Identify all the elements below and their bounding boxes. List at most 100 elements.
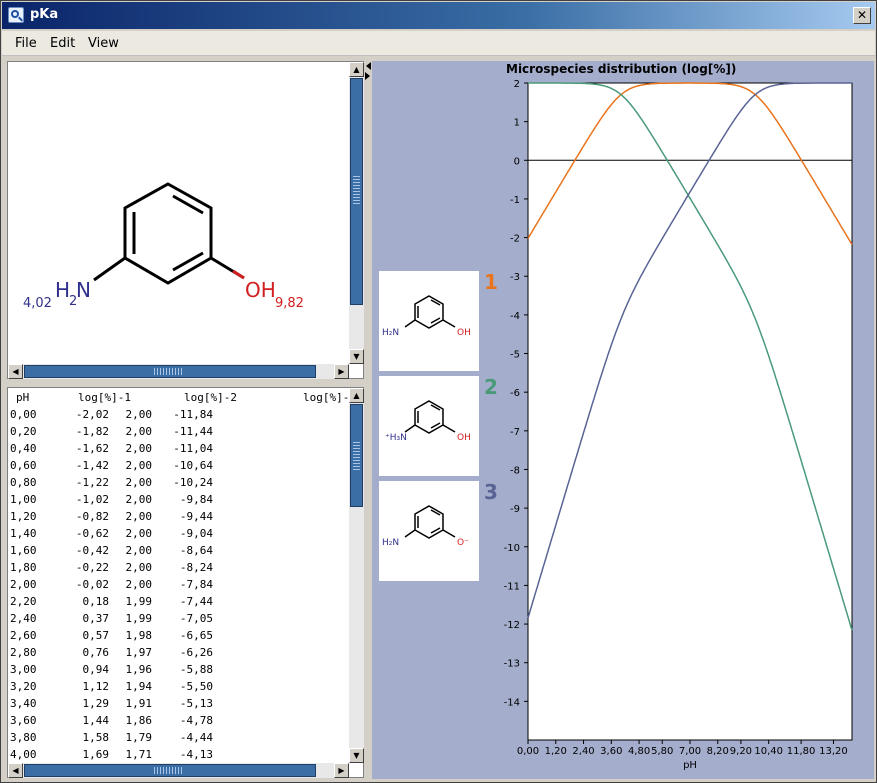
- structure-horizontal-scrollbar[interactable]: ◀ ▶: [8, 364, 349, 379]
- table-row[interactable]: 0,40 -1,62 2,00 -11,04: [8, 442, 348, 459]
- table-cell: -1,62: [75, 442, 109, 455]
- table-horizontal-scrollbar[interactable]: ◀ ▶: [8, 763, 349, 778]
- y-tick-label: -12: [504, 620, 520, 631]
- table-vertical-scrollbar[interactable]: ▲ ▼: [349, 388, 364, 763]
- table-scroll-right-button[interactable]: ▶: [334, 763, 349, 778]
- hydroxyl-label: OH: [245, 278, 276, 302]
- menu-edit[interactable]: Edit: [50, 36, 75, 51]
- table-row[interactable]: 1,20 -0,82 2,00 -9,44: [8, 510, 348, 527]
- table-cell: 2,00: [125, 408, 153, 421]
- table-cell: -5,13: [179, 697, 213, 710]
- splitter-arrows-v-icon[interactable]: [364, 61, 372, 81]
- x-tick-label: 11,80: [787, 746, 816, 757]
- close-button[interactable]: ✕: [853, 7, 871, 24]
- table-cell: 1,71: [125, 748, 153, 761]
- c-n-bond: [93, 256, 126, 282]
- table-row[interactable]: 0,80 -1,22 2,00 -10,24: [8, 476, 348, 493]
- table-cell: -9,44: [179, 510, 213, 523]
- vertical-splitter[interactable]: [364, 61, 372, 81]
- table-cell: 1,00: [10, 493, 37, 506]
- column-header-ph[interactable]: pH: [16, 391, 29, 404]
- table-cell: 1,44: [82, 714, 110, 727]
- table-row[interactable]: 2,00 -0,02 2,00 -7,84: [8, 578, 348, 595]
- menu-view[interactable]: View: [88, 36, 119, 51]
- table-cell: 2,00: [125, 425, 153, 438]
- table-row[interactable]: 3,60 1,44 1,86 -4,78: [8, 714, 348, 731]
- table-cell: -4,78: [179, 714, 213, 727]
- table-cell: -0,22: [75, 561, 109, 574]
- table-row[interactable]: 3,40 1,29 1,91 -5,13: [8, 697, 348, 714]
- amine-h-label: H: [55, 278, 70, 302]
- x-tick-label: 1,20: [545, 746, 567, 757]
- table-cell: 0,57: [82, 629, 110, 642]
- table-cell: 1,60: [10, 544, 37, 557]
- menu-file[interactable]: File: [15, 36, 37, 51]
- table-cell: -1,42: [75, 459, 109, 472]
- table-cell: -11,44: [173, 425, 213, 438]
- table-cell: 0,20: [10, 425, 37, 438]
- table-row[interactable]: 2,60 0,57 1,98 -6,65: [8, 629, 348, 646]
- table-cell: 4,00: [10, 748, 37, 761]
- column-header-log3[interactable]: log[%]-: [303, 391, 349, 404]
- scroll-left-button[interactable]: ◀: [8, 364, 23, 379]
- table-scroll-left-button[interactable]: ◀: [8, 763, 23, 778]
- y-tick-label: -10: [504, 543, 520, 554]
- structure-vertical-scrollbar[interactable]: ▲ ▼: [349, 62, 364, 364]
- table-cell: -7,84: [179, 578, 213, 591]
- table-cell: -2,02: [75, 408, 109, 421]
- scroll-up-button[interactable]: ▲: [349, 62, 364, 77]
- table-cell: 1,91: [125, 697, 153, 710]
- table-cell: -5,50: [179, 680, 213, 693]
- table-cell: 2,00: [125, 510, 153, 523]
- table-row[interactable]: 1,40 -0,62 2,00 -9,04: [8, 527, 348, 544]
- table-thumb-grip-h: [154, 767, 184, 774]
- table-row[interactable]: 2,40 0,37 1,99 -7,05: [8, 612, 348, 629]
- table-row[interactable]: 3,80 1,58 1,79 -4,44: [8, 731, 348, 748]
- x-tick-label: 9,20: [730, 746, 752, 757]
- table-cell: -0,42: [75, 544, 109, 557]
- title-bar[interactable]: pKa ✕: [2, 2, 875, 29]
- table-cell: 3,00: [10, 663, 37, 676]
- table-row[interactable]: 1,60 -0,42 2,00 -8,64: [8, 544, 348, 561]
- scroll-right-button[interactable]: ▶: [334, 364, 349, 379]
- y-tick-label: -7: [510, 427, 520, 438]
- table-cell: 3,80: [10, 731, 37, 744]
- table-cell: 1,12: [82, 680, 110, 693]
- table-row[interactable]: 1,80 -0,22 2,00 -8,24: [8, 561, 348, 578]
- column-header-log2[interactable]: log[%]-2: [184, 391, 237, 404]
- table-cell: -10,24: [173, 476, 213, 489]
- table-row[interactable]: 3,00 0,94 1,96 -5,88: [8, 663, 348, 680]
- chart-panel: H₂N OH 1 ⁺H₃N OH 2 H₂N O⁻ 3 2 1 0 -1 -2 -3 -4 -5 -6 -7 -8-…: [372, 61, 874, 779]
- table-cell: 1,99: [125, 595, 153, 608]
- table-thumb-grip: [353, 440, 360, 470]
- table-scroll-up-button[interactable]: ▲: [349, 388, 364, 403]
- y-tick-label: -5: [510, 350, 520, 361]
- y-tick-label: 0: [514, 156, 520, 167]
- table-row[interactable]: 0,20 -1,82 2,00 -11,44: [8, 425, 348, 442]
- y-tick-label: 1: [514, 118, 520, 129]
- table-cell: 0,94: [82, 663, 110, 676]
- table-cell: 2,60: [10, 629, 37, 642]
- table-row[interactable]: 2,80 0,76 1,97 -6,26: [8, 646, 348, 663]
- column-header-log1[interactable]: log[%]-1: [78, 391, 131, 404]
- table-cell: 0,40: [10, 442, 37, 455]
- table-row[interactable]: 1,00 -1,02 2,00 -9,84: [8, 493, 348, 510]
- horizontal-splitter[interactable]: [7, 379, 364, 393]
- table-cell: 1,96: [125, 663, 153, 676]
- table-row[interactable]: 0,00 -2,02 2,00 -11,84: [8, 408, 348, 425]
- table-row[interactable]: 4,00 1,69 1,71 -4,13: [8, 748, 348, 763]
- table-row[interactable]: 3,20 1,12 1,94 -5,50: [8, 680, 348, 697]
- table-cell: -5,88: [179, 663, 213, 676]
- table-row[interactable]: 2,20 0,18 1,99 -7,44: [8, 595, 348, 612]
- x-tick-label: 7,00: [679, 746, 701, 757]
- scroll-down-button[interactable]: ▼: [349, 349, 364, 364]
- distribution-table[interactable]: pH log[%]-1 log[%]-2 log[%]- 0,00 -2,02 2,…: [8, 388, 349, 763]
- table-cell: 3,20: [10, 680, 37, 693]
- table-cell: 2,00: [125, 442, 153, 455]
- pka-hydroxyl-value: 9,82: [275, 296, 304, 311]
- table-scroll-down-button[interactable]: ▼: [349, 748, 364, 763]
- table-row[interactable]: 0,60 -1,42 2,00 -10,64: [8, 459, 348, 476]
- table-cell: 3,60: [10, 714, 37, 727]
- x-tick-label: 8,20: [707, 746, 729, 757]
- table-cell: 1,40: [10, 527, 37, 540]
